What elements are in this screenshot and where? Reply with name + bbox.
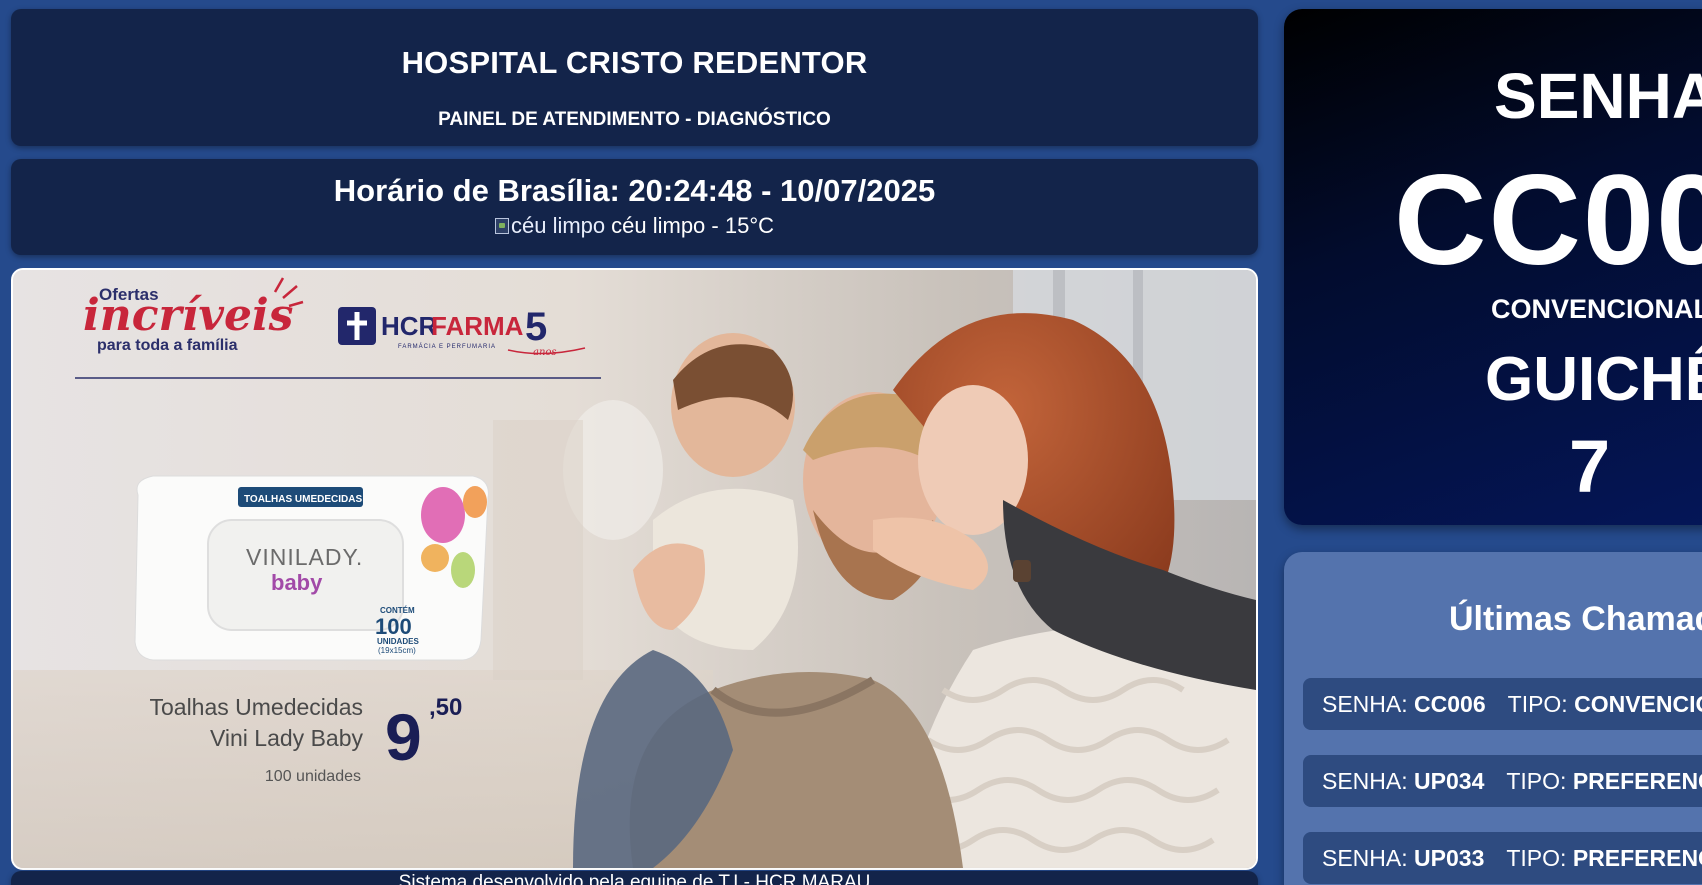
package-band: TOALHAS UMEDECIDAS: [244, 494, 362, 505]
product-units: 100 unidades: [265, 768, 361, 785]
weather-icon: céu limpo: [494, 213, 606, 239]
panel-subtitle: PAINEL DE ATENDIMENTO - DIAGNÓSTICO: [438, 109, 831, 130]
package-size: (19x15cm): [378, 646, 416, 655]
price-cents: ,50: [429, 694, 462, 721]
row-tipo: PREFERENCIA: [1572, 767, 1702, 794]
product-line2: Vini Lady Baby: [210, 725, 364, 751]
package-sub: baby: [271, 570, 323, 595]
row-senha: UP033: [1414, 844, 1485, 871]
advertisement-banner: Ofertas incríveis para toda a família HC…: [11, 268, 1258, 870]
row-tipo-label: TIPO:: [1506, 767, 1567, 794]
offer-line3: para toda a família: [97, 337, 238, 354]
current-call-panel: SENHA CC00 CONVENCIONAL GUICHÊ 7: [1284, 9, 1702, 525]
clock-panel: Horário de Brasília: 20:24:48 - 10/07/20…: [11, 159, 1258, 255]
row-tipo: CONVENCIONA: [1574, 690, 1702, 717]
broken-image-icon: [494, 218, 509, 234]
guiche-number: 7: [1569, 425, 1611, 508]
recent-call-row: SENHA: UP033 TIPO: PREFERENCIA: [1303, 832, 1702, 884]
row-senha-label: SENHA:: [1322, 844, 1408, 871]
row-tipo: PREFERENCIA: [1572, 844, 1702, 871]
row-senha-label: SENHA:: [1322, 690, 1408, 717]
row-senha: UP034: [1414, 767, 1485, 794]
footer-credit: Sistema desenvolvido pela equipe de T.I …: [398, 872, 871, 885]
weather-text: céu limpo - 15°C: [611, 213, 775, 238]
senha-label: SENHA: [1494, 60, 1702, 132]
wipes-package: TOALHAS UMEDECIDAS VINILADY. baby CONTÉM…: [134, 475, 489, 661]
pharmacy-tagline: FARMÁCIA E PERFUMARIA: [398, 343, 496, 350]
package-units: UNIDADES: [377, 637, 419, 646]
hospital-title: HOSPITAL CRISTO REDENTOR: [401, 45, 868, 80]
row-senha: CC006: [1414, 690, 1486, 717]
recent-call-row: SENHA: UP034 TIPO: PREFERENCIA: [1303, 755, 1702, 807]
weather-line: céu limpo céu limpo - 15°C: [11, 213, 1258, 239]
pharmacy-name-b: FARMA: [431, 311, 524, 341]
anniversary-number: 5: [525, 305, 547, 349]
recent-calls-title: Últimas Chamad: [1449, 600, 1702, 638]
row-senha-label: SENHA:: [1322, 767, 1408, 794]
brasilia-time: Horário de Brasília: 20:24:48 - 10/07/20…: [333, 173, 936, 208]
current-ticket: CC00: [1394, 149, 1702, 292]
weather-icon-alt: céu limpo: [510, 213, 606, 238]
row-tipo-label: TIPO:: [1507, 690, 1568, 717]
footer-panel: Sistema desenvolvido pela equipe de T.I …: [11, 871, 1258, 885]
current-ticket-type: CONVENCIONAL: [1491, 294, 1702, 324]
row-tipo-label: TIPO:: [1506, 844, 1567, 871]
recent-call-row: SENHA: CC006 TIPO: CONVENCIONA: [1303, 678, 1702, 730]
header-panel: HOSPITAL CRISTO REDENTOR PAINEL DE ATEND…: [11, 9, 1258, 146]
guiche-label: GUICHÊ: [1485, 345, 1702, 414]
product-line1: Toalhas Umedecidas: [149, 694, 363, 720]
price-integer: 9: [385, 700, 422, 774]
package-brand: VINILADY.: [246, 544, 363, 570]
offer-line2: incríveis: [83, 290, 293, 341]
recent-calls-panel: Últimas Chamad SENHA: CC006 TIPO: CONVEN…: [1284, 552, 1702, 885]
package-count: 100: [375, 614, 412, 639]
pharmacy-name-a: HCR: [381, 311, 438, 341]
